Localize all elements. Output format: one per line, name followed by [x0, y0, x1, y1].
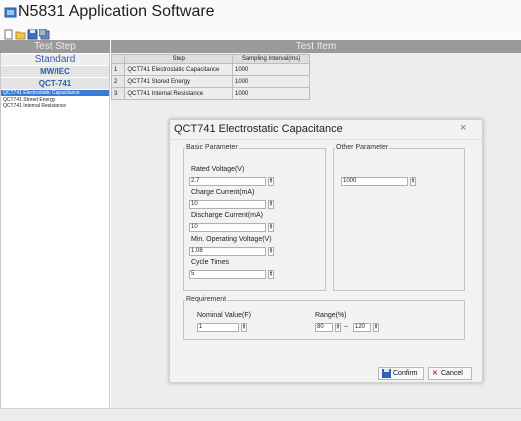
nominal-value-stepper[interactable]: ▴ ▾	[241, 323, 247, 332]
cancel-button[interactable]: ✕ Cancel	[428, 367, 472, 380]
table-row[interactable]: 2 QCT741 Stored Energy 1000	[110, 75, 310, 88]
status-bar	[0, 408, 521, 421]
row-interval: 1000	[232, 63, 310, 76]
min-voltage-input[interactable]: 1.08	[189, 247, 266, 256]
category-qct-741[interactable]: QCT-741	[1, 78, 109, 89]
cancel-x-icon: ✕	[432, 370, 438, 377]
min-voltage-stepper[interactable]: ▴ ▾	[268, 247, 274, 256]
charge-current-stepper[interactable]: ▴ ▾	[268, 200, 274, 209]
range-low-input[interactable]: 80	[315, 323, 333, 332]
row-step: QCT741 Stored Energy	[124, 75, 234, 88]
confirm-button[interactable]: Confirm	[378, 367, 424, 380]
standard-label: Standard	[1, 54, 109, 65]
charge-current-input[interactable]: 10	[189, 200, 266, 209]
table-header-index	[110, 54, 126, 64]
app-title: N5831 Application Software	[18, 3, 215, 20]
other-parameter-input[interactable]: 1000	[341, 177, 408, 186]
row-interval: 1000	[232, 87, 310, 100]
discharge-current-stepper[interactable]: ▴ ▾	[268, 223, 274, 232]
discharge-current-input[interactable]: 10	[189, 223, 266, 232]
requirement-label: Requirement	[185, 296, 228, 303]
dialog-divider	[169, 139, 483, 140]
other-parameter-group	[333, 148, 465, 291]
category-mw-iec[interactable]: MW/IEC	[1, 66, 109, 77]
discharge-current-label: Discharge Current(mA)	[191, 212, 263, 219]
save-all-icon[interactable]	[38, 27, 50, 40]
range-low-stepper[interactable]: ▴ ▾	[335, 323, 341, 332]
requirement-group	[183, 300, 465, 340]
row-step: QCT741 Internal Resistance	[124, 87, 234, 100]
other-parameter-label: Other Parameter	[335, 144, 390, 151]
row-step: QCT741 Electrostatic Capacitance	[124, 63, 234, 76]
dialog-title: QCT741 Electrostatic Capacitance	[174, 123, 343, 135]
app-icon	[4, 5, 18, 19]
range-separator: ~	[344, 324, 349, 331]
range-high-stepper[interactable]: ▴ ▾	[373, 323, 379, 332]
save-icon[interactable]	[27, 27, 38, 40]
cycle-times-label: Cycle Times	[191, 259, 230, 266]
table-row[interactable]: 1 QCT741 Electrostatic Capacitance 1000	[110, 63, 310, 76]
charge-current-label: Charge Current(mA)	[191, 189, 255, 196]
row-number: 3	[110, 87, 126, 100]
test-step-item[interactable]: QCT741 Electrostatic Capacitance	[1, 90, 109, 96]
new-icon[interactable]	[3, 27, 14, 40]
cycle-times-input[interactable]: 5	[189, 270, 266, 279]
basic-parameter-label: Basic Parameter	[185, 144, 239, 151]
min-voltage-label: Min. Operating Voltage(V)	[191, 236, 272, 243]
test-item-table: Step Sampling Interval(ms) 1 QCT741 Elec…	[110, 54, 310, 100]
table-header-interval[interactable]: Sampling Interval(ms)	[232, 54, 310, 64]
test-step-header: Test Step	[0, 40, 110, 53]
rated-voltage-input[interactable]: 2.7	[189, 177, 266, 186]
range-high-input[interactable]: 120	[353, 323, 371, 332]
rated-voltage-label: Rated Voltage(V)	[191, 166, 245, 173]
cycle-times-stepper[interactable]: ▴ ▾	[268, 270, 274, 279]
table-header-step[interactable]: Step	[124, 54, 234, 64]
range-label: Range(%)	[315, 312, 347, 319]
row-interval: 1000	[232, 75, 310, 88]
save-icon	[382, 369, 391, 378]
cancel-label: Cancel	[441, 370, 463, 377]
nominal-value-label: Nominal Value(F)	[197, 312, 251, 319]
confirm-label: Confirm	[393, 370, 418, 377]
rated-voltage-stepper[interactable]: ▴ ▾	[268, 177, 274, 186]
row-number: 2	[110, 75, 126, 88]
test-step-item[interactable]: QCT741 Internal Resistance	[1, 103, 109, 109]
test-item-header: Test Item	[111, 40, 521, 53]
open-icon[interactable]	[15, 27, 26, 40]
close-icon[interactable]: ×	[460, 122, 466, 134]
nominal-value-input[interactable]: 1	[197, 323, 239, 332]
table-row[interactable]: 3 QCT741 Internal Resistance 1000	[110, 87, 310, 100]
other-parameter-stepper[interactable]: ▴ ▾	[410, 177, 416, 186]
toolbar	[0, 26, 521, 39]
row-number: 1	[110, 63, 126, 76]
